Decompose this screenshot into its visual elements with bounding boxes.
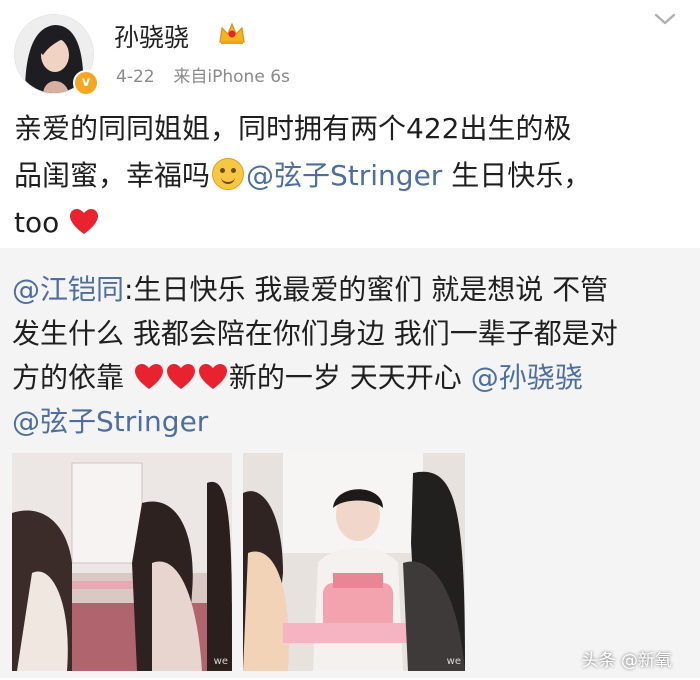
post-source[interactable]: 来自iPhone 6s (173, 67, 289, 87)
photo-thumbnail[interactable]: we (243, 453, 465, 671)
verified-icon: v (73, 70, 99, 96)
photo-watermark: we (446, 656, 461, 667)
heart-icon (134, 364, 163, 389)
mention-link[interactable]: @孙骁骁 (471, 361, 583, 394)
smile-emoji-icon (212, 158, 245, 190)
mention-link[interactable]: @弦子Stringer (12, 405, 208, 438)
repost-line-1: @江铠同:生日快乐 我最爱的蜜们 就是想说 不管 (12, 273, 609, 306)
post-line-2: 品闺蜜，幸福吗 @弦子Stringer 生日快乐， (14, 158, 592, 192)
post-line-3: too (14, 199, 686, 246)
post-date: 4-22 (116, 67, 155, 87)
repost-text: @江铠同:生日快乐 我最爱的蜜们 就是想说 不管 发生什么 我都会陪在你们身边 … (12, 268, 688, 444)
mention-link[interactable]: @弦子Stringer (246, 159, 442, 192)
repost-line-2: 发生什么 我都会陪在你们身边 我们一辈子都是对 (12, 317, 618, 350)
heart-icon (198, 364, 227, 389)
heart-icon (166, 364, 195, 389)
repost-author-mention[interactable]: @江铠同 (12, 273, 124, 306)
post-meta: 4-22 来自iPhone 6s (116, 62, 290, 87)
post-text: 亲爱的同同姐姐，同时拥有两个422出生的极 品闺蜜，幸福吗 @弦子Stringer… (14, 105, 686, 246)
photo-watermark: we (213, 656, 228, 667)
repost-line-3: 方的依靠 新的一岁 天天开心 @孙骁骁 (12, 361, 583, 394)
crown-icon (219, 22, 245, 44)
heart-icon (70, 209, 99, 234)
photo-thumbnail[interactable]: we (12, 453, 232, 671)
post-line-1: 亲爱的同同姐姐，同时拥有两个422出生的极 (14, 112, 572, 145)
source-watermark: 头条 @新氧 (581, 651, 672, 671)
chevron-down-icon[interactable] (652, 10, 678, 28)
username[interactable]: 孙骁骁 (114, 18, 189, 54)
repost-line-4: @弦子Stringer (12, 400, 688, 444)
